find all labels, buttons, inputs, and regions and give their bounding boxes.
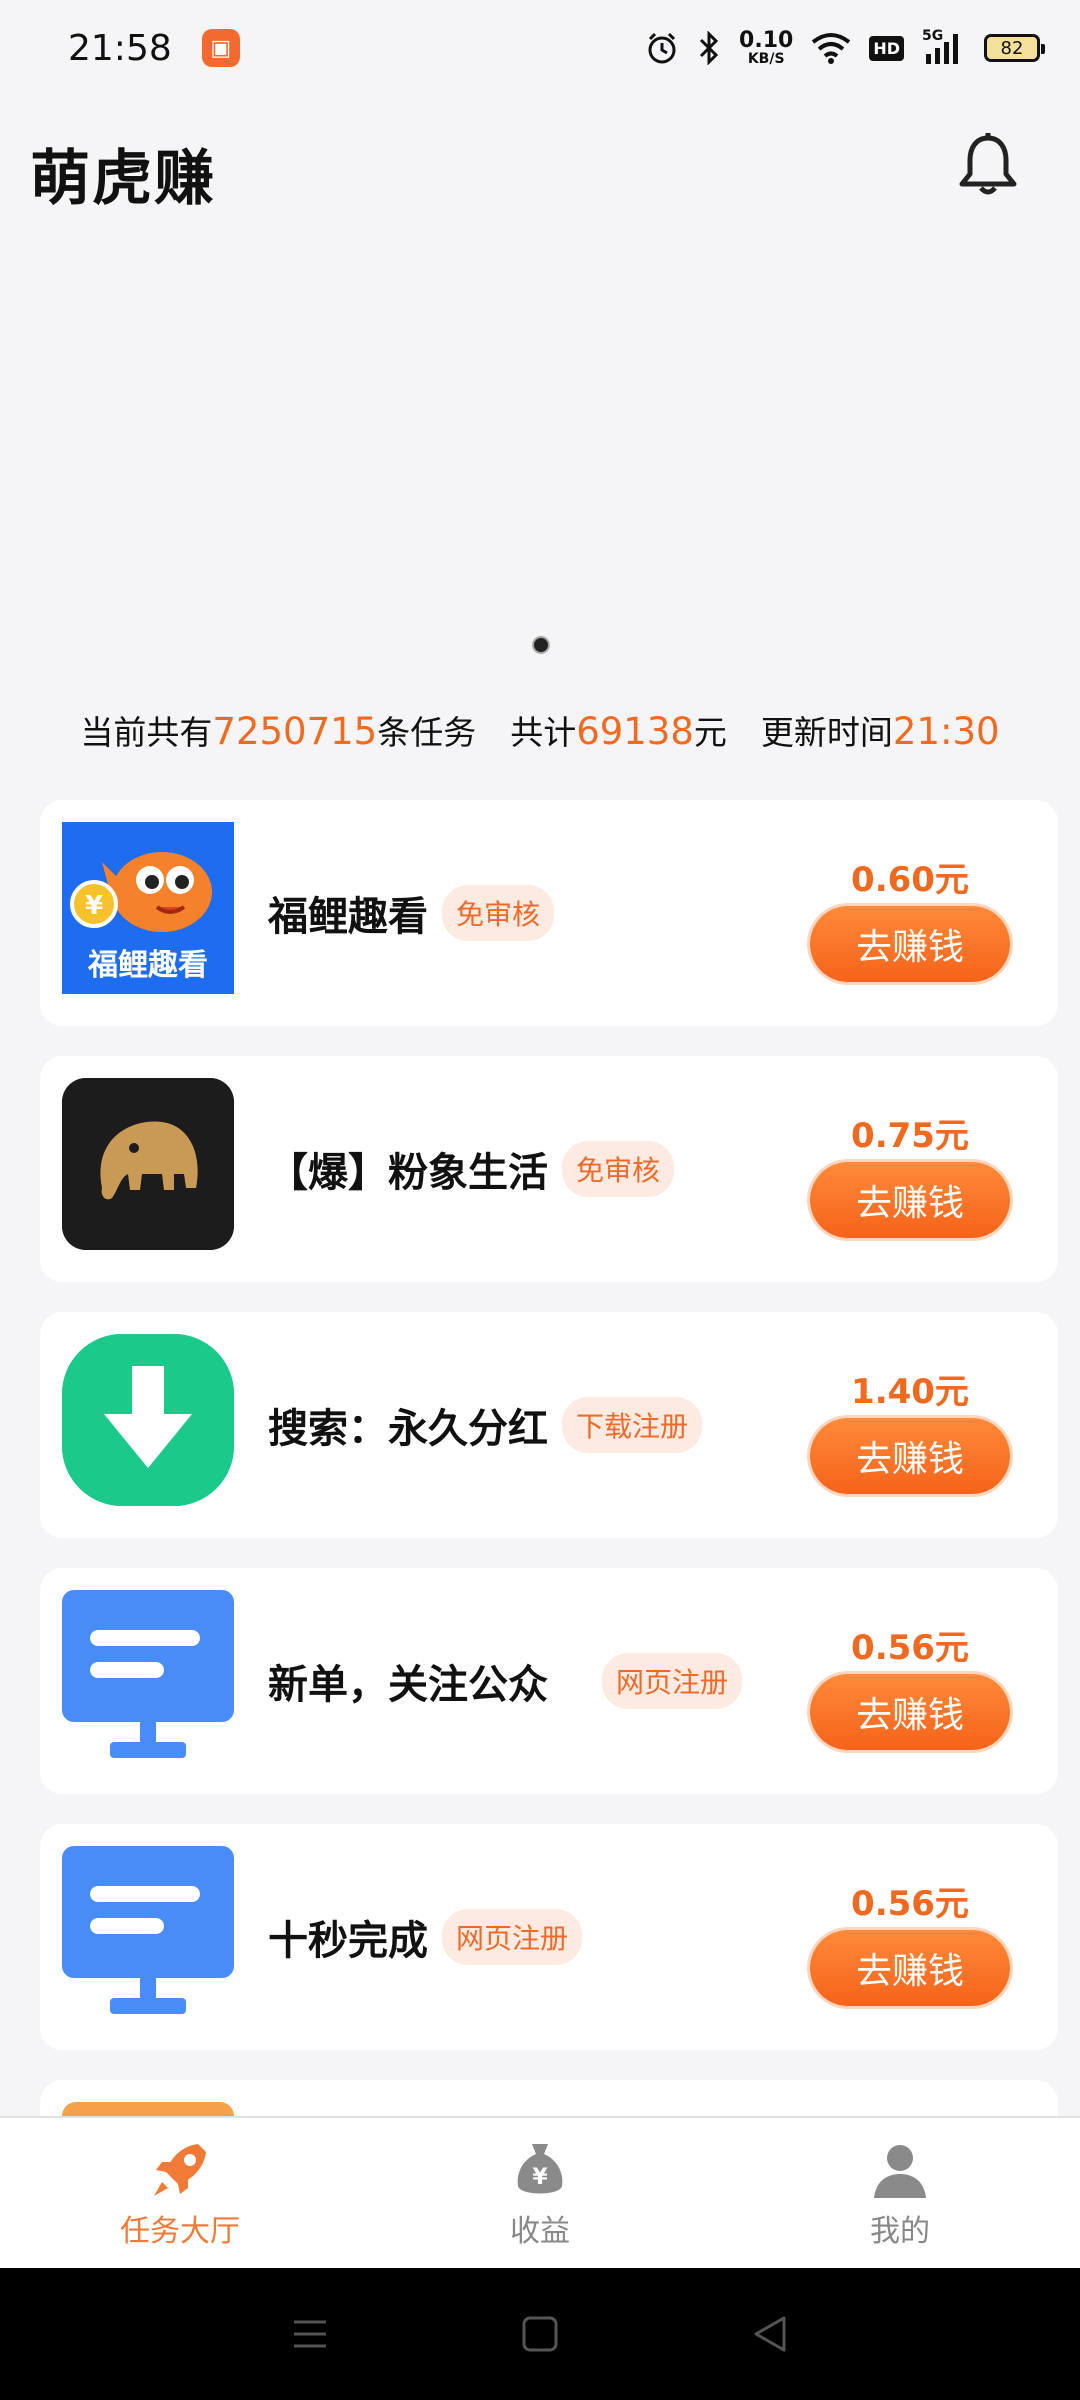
total-amount: 69138 — [576, 710, 694, 753]
task-title: 【爆】粉象生活 — [268, 1150, 548, 1196]
network-speed: 0.10 KB/S — [739, 28, 794, 67]
update-prefix: 更新时间 — [760, 713, 893, 752]
network-speed-unit: KB/S — [747, 51, 785, 67]
task-title: 搜索：永久分红 — [268, 1406, 548, 1452]
task-stats: 当前共有7250715条任务 共计69138元 更新时间21:30 — [0, 706, 1080, 754]
status-time: 21:58 — [68, 27, 172, 69]
hd-badge: HD — [869, 35, 904, 61]
person-icon — [874, 2145, 926, 2198]
task-price: 0.60元 — [851, 860, 969, 900]
svg-text:¥: ¥ — [85, 891, 103, 921]
alarm-icon — [645, 31, 679, 65]
bottom-nav: 任务大厅 ¥ 收益 我的 — [0, 2116, 1080, 2268]
bell-icon[interactable] — [952, 130, 1024, 202]
webpage-icon — [62, 1590, 234, 1762]
task-title-group: 十秒完成 网页注册 — [268, 1824, 583, 2050]
task-title-group: 【爆】粉象生活 免审核 — [268, 1056, 675, 1282]
money-bag-icon: ¥ — [517, 2144, 563, 2194]
download-arrow-icon — [62, 1334, 234, 1506]
carousel-indicator-dot — [532, 636, 550, 654]
task-title: 福鲤趣看 — [268, 894, 428, 940]
task-card-partial[interactable] — [40, 2080, 1058, 2120]
stats-prefix: 当前共有 — [80, 713, 213, 752]
task-card[interactable]: 十秒完成 网页注册 0.56元 去赚钱 — [40, 1824, 1058, 2050]
wifi-icon — [811, 32, 851, 64]
task-title: 十秒完成 — [268, 1918, 428, 1964]
task-price: 0.56元 — [851, 1628, 969, 1668]
notification-app-icon: ▣ — [201, 29, 240, 67]
task-price: 1.40元 — [851, 1372, 969, 1412]
nav-label: 收益 — [510, 2214, 570, 2249]
banner-carousel[interactable] — [0, 240, 1080, 660]
earn-button[interactable]: 去赚钱 — [810, 906, 1010, 982]
menu-icon[interactable] — [290, 2314, 330, 2354]
nav-item-task-hall[interactable]: 任务大厅 — [0, 2118, 360, 2268]
task-tag: 免审核 — [562, 1141, 675, 1197]
nav-item-earnings[interactable]: ¥ 收益 — [360, 2118, 720, 2268]
task-title: 新单，关注公众 — [268, 1662, 548, 1708]
total-suffix: 元 — [693, 713, 727, 752]
task-card[interactable]: 【爆】粉象生活 免审核 0.75元 去赚钱 — [40, 1056, 1058, 1282]
elephant-icon — [62, 1078, 234, 1250]
home-icon[interactable] — [520, 2314, 560, 2354]
task-tag: 下载注册 — [562, 1397, 703, 1453]
earn-button[interactable]: 去赚钱 — [810, 1674, 1010, 1750]
fish-coin-icon: ¥ 福鲤趣看 — [62, 822, 234, 994]
task-card[interactable]: 新单，关注公众 网页注册 0.56元 去赚钱 — [40, 1568, 1058, 1794]
back-icon[interactable] — [750, 2314, 790, 2354]
nav-item-mine[interactable]: 我的 — [720, 2118, 1080, 2268]
task-tag: 网页注册 — [602, 1653, 743, 1709]
task-tag: 网页注册 — [442, 1909, 583, 1965]
fish-app-label: 福鲤趣看 — [88, 948, 208, 983]
update-time: 21:30 — [892, 710, 1000, 753]
signal-label: 5G — [922, 28, 944, 44]
task-title-group: 新单，关注公众 网页注册 — [268, 1568, 743, 1794]
earn-button[interactable]: 去赚钱 — [810, 1930, 1010, 2006]
battery-indicator: 82 — [984, 34, 1045, 62]
nav-label: 我的 — [870, 2214, 930, 2249]
task-suffix: 条任务 — [377, 713, 477, 752]
earn-button[interactable]: 去赚钱 — [810, 1162, 1010, 1238]
rocket-icon — [154, 2144, 206, 2196]
webpage-icon — [62, 1846, 234, 2018]
task-title-group: 福鲤趣看 免审核 — [268, 800, 555, 1026]
nav-label: 任务大厅 — [120, 2214, 240, 2249]
system-nav-bar — [0, 2268, 1080, 2400]
task-price: 0.56元 — [851, 1884, 969, 1924]
app-title: 萌虎赚 — [30, 144, 216, 214]
status-bar: 21:58 ▣ 0.10 KB/S HD 5G 82 — [0, 0, 1080, 96]
task-card[interactable]: 搜索：永久分红 下载注册 1.40元 去赚钱 — [40, 1312, 1058, 1538]
total-prefix: 共计 — [510, 713, 577, 752]
task-card[interactable]: ¥ 福鲤趣看 福鲤趣看 免审核 0.60元 去赚钱 — [40, 800, 1058, 1026]
network-speed-value: 0.10 — [739, 28, 794, 53]
earn-button[interactable]: 去赚钱 — [810, 1418, 1010, 1494]
task-tag: 免审核 — [442, 885, 555, 941]
header: 萌虎赚 — [0, 120, 1080, 220]
status-icons: 0.10 KB/S HD 5G 82 — [645, 28, 1045, 67]
task-count: 7250715 — [212, 710, 378, 753]
cellular-signal-icon: 5G — [922, 28, 966, 64]
bluetooth-icon — [697, 31, 721, 65]
task-title-group: 搜索：永久分红 下载注册 — [268, 1312, 703, 1538]
svg-text:¥: ¥ — [532, 2165, 548, 2190]
task-price: 0.75元 — [851, 1116, 969, 1156]
